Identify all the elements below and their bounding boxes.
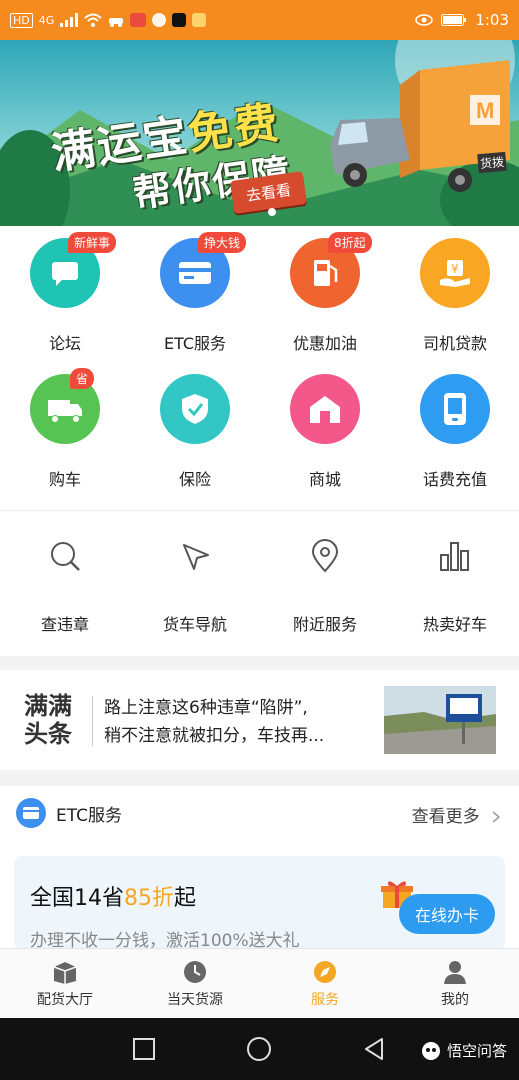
signal-icon <box>60 13 79 27</box>
service-label: 话费充值 <box>422 470 487 489</box>
tab-label: 当天货源 <box>167 992 223 1008</box>
bottom-tab-bar: 配货大厅 当天货源 服务 我的 <box>0 948 519 1018</box>
clock-icon <box>184 961 206 983</box>
recent-apps-icon[interactable] <box>132 1037 156 1061</box>
status-time: 1:03 <box>475 11 509 29</box>
apply-online-button[interactable]: 在线办卡 <box>398 894 495 934</box>
badge: 新鲜事 <box>68 232 117 253</box>
service-insurance[interactable]: 保险 <box>130 374 260 490</box>
app-notification-icon <box>192 13 207 27</box>
loan-icon: ¥ <box>420 238 490 308</box>
forum-icon: 新鲜事 <box>30 232 117 308</box>
promo-banner[interactable]: M 货拨 满运宝免费 帮你保障 去看看 <box>0 40 519 226</box>
box-icon <box>53 962 77 984</box>
eye-icon <box>415 14 434 26</box>
app-notification-icon <box>152 13 167 27</box>
service-grid: 新鲜事 论坛 挣大钱 ETC服务 8折起 优惠加油 ¥ 司机贷款 省 购车 保险… <box>0 226 519 510</box>
navigation-icon <box>183 544 209 570</box>
tiktok-icon <box>172 13 187 27</box>
etc-section: ETC服务 查看更多 全国14省85折起 办理不收一分钱，激活100%送大礼 在… <box>0 786 519 951</box>
car-icon <box>109 18 124 27</box>
back-icon[interactable] <box>362 1037 386 1061</box>
service-fuel[interactable]: 8折起 优惠加油 <box>260 232 390 354</box>
user-icon <box>444 961 466 984</box>
service-phone-topup[interactable]: 话费充值 <box>390 374 519 490</box>
tools-row: 查违章 货车导航 附近服务 热卖好车 <box>0 510 519 656</box>
etc-card-icon <box>16 798 46 828</box>
compass-icon <box>314 961 336 983</box>
etc-promo-title: 全国14省85折起 <box>30 886 197 911</box>
tool-hot-trucks[interactable]: 热卖好车 <box>390 539 519 635</box>
badge: 省 <box>70 368 95 389</box>
watermark: 悟空问答 <box>421 1040 507 1061</box>
tab-label: 配货大厅 <box>37 992 93 1008</box>
service-label: 司机贷款 <box>422 334 487 353</box>
divider <box>92 696 93 746</box>
see-more-link[interactable]: 查看更多 <box>412 802 501 827</box>
tool-label: 热卖好车 <box>422 615 487 634</box>
tool-violation-check[interactable]: 查违章 <box>0 539 130 635</box>
carousel-indicator <box>268 208 276 216</box>
service-forum[interactable]: 新鲜事 论坛 <box>0 232 130 354</box>
service-label: 论坛 <box>48 334 81 353</box>
badge: 8折起 <box>328 232 372 253</box>
tab-cargo-hall[interactable]: 配货大厅 <box>0 959 130 1009</box>
shield-icon <box>160 374 230 444</box>
tool-nearby-services[interactable]: 附近服务 <box>260 539 390 635</box>
service-buy-truck[interactable]: 省 购车 <box>0 368 130 490</box>
tab-label: 我的 <box>441 992 469 1008</box>
service-label: 优惠加油 <box>292 334 357 353</box>
hd-indicator: HD <box>10 12 33 28</box>
tab-profile[interactable]: 我的 <box>390 959 519 1009</box>
service-loan[interactable]: ¥ 司机贷款 <box>390 238 519 354</box>
card-icon: 挣大钱 <box>160 232 247 308</box>
svg-text:M: M <box>476 98 494 123</box>
truck-icon: 省 <box>30 368 100 444</box>
news-thumbnail <box>384 686 496 754</box>
service-label: 商城 <box>308 470 341 489</box>
battery-icon <box>441 14 467 26</box>
bar-chart-icon <box>440 542 469 571</box>
wukong-logo-icon <box>421 1041 440 1060</box>
service-label: 购车 <box>48 470 81 489</box>
news-headline-card[interactable]: 满满 头条 路上注意这6种违章“陷阱”, 稍不注意就被扣分，车技再... <box>0 670 519 770</box>
home-icon[interactable] <box>246 1036 272 1062</box>
store-icon <box>290 374 360 444</box>
search-icon <box>51 542 80 571</box>
wifi-icon <box>84 13 102 27</box>
tab-label: 服务 <box>311 992 339 1008</box>
app-notification-icon <box>130 13 147 27</box>
svg-text:¥: ¥ <box>451 262 459 276</box>
tab-services[interactable]: 服务 <box>260 959 390 1009</box>
tool-truck-navigation[interactable]: 货车导航 <box>130 539 260 635</box>
tab-today-cargo[interactable]: 当天货源 <box>130 959 260 1009</box>
etc-promo-card[interactable]: 全国14省85折起 办理不收一分钱，激活100%送大礼 在线办卡 <box>14 856 505 951</box>
service-store[interactable]: 商城 <box>260 374 390 490</box>
truck-illustration: M <box>330 60 510 192</box>
news-brand-logo: 满满 头条 <box>24 692 72 748</box>
network-indicator: 4G <box>38 13 55 27</box>
etc-title: ETC服务 <box>56 805 122 826</box>
tool-label: 附近服务 <box>292 615 357 634</box>
tool-label: 查违章 <box>40 615 89 634</box>
news-headline[interactable]: 路上注意这6种违章“陷阱”, 稍不注意就被扣分，车技再... <box>104 694 369 750</box>
chevron-right-icon <box>492 811 501 823</box>
truck-label: 货拨 <box>477 151 507 174</box>
service-label: ETC服务 <box>163 334 227 353</box>
badge: 挣大钱 <box>198 232 247 253</box>
fuel-icon: 8折起 <box>290 232 372 308</box>
tool-label: 货车导航 <box>162 615 227 634</box>
service-label: 保险 <box>178 470 211 489</box>
location-pin-icon <box>311 539 339 573</box>
service-etc[interactable]: 挣大钱 ETC服务 <box>130 232 260 354</box>
etc-header: ETC服务 <box>16 798 122 828</box>
phone-icon <box>420 374 490 444</box>
system-navigation-bar: 悟空问答 <box>0 1018 519 1080</box>
status-bar: HD 4G 1:03 <box>0 0 519 40</box>
